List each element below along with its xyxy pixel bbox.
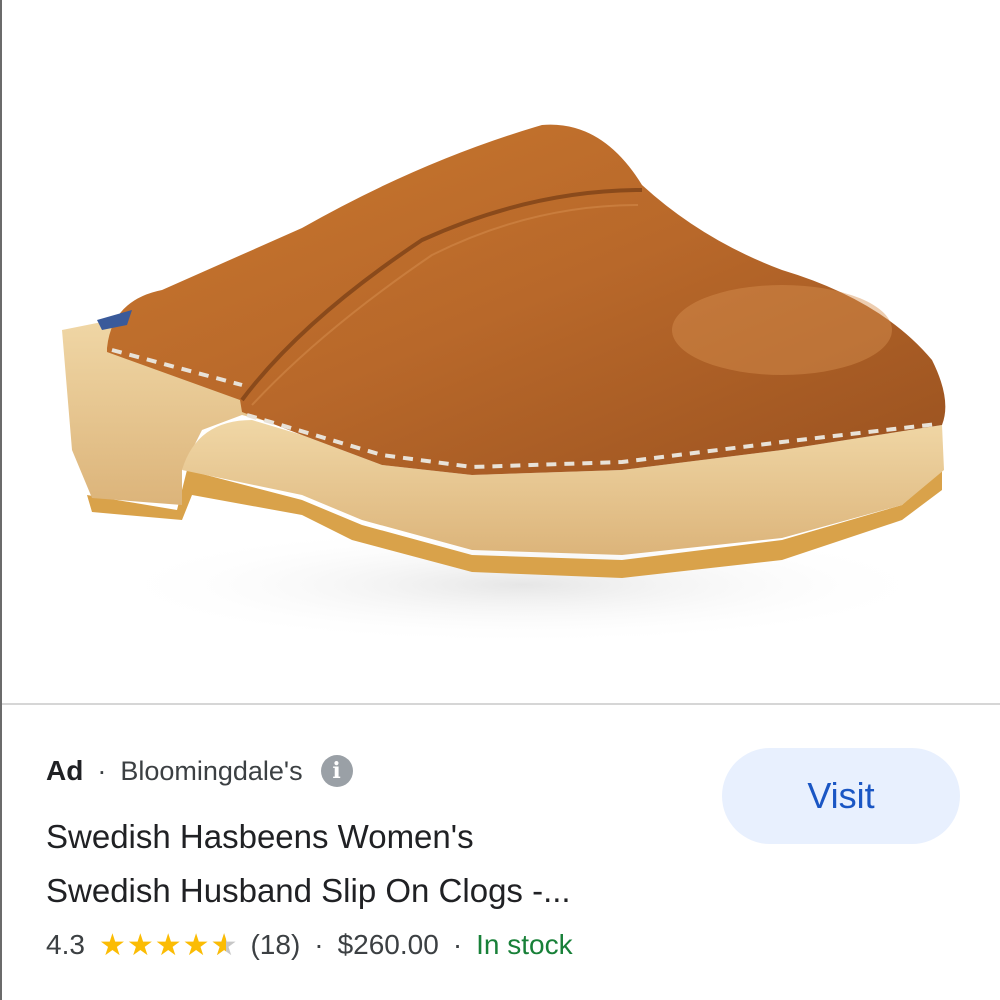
star-icon: ★: [182, 928, 211, 962]
visit-button[interactable]: Visit: [722, 748, 960, 844]
separator-dot: ·: [452, 929, 463, 960]
info-icon[interactable]: i: [320, 755, 353, 787]
ad-label: Ad: [46, 755, 84, 786]
shopping-ad-card[interactable]: Ad · Bloomingdale's i Swedish Hasbeens W…: [0, 0, 1000, 1000]
availability-status: In stock: [476, 929, 573, 960]
star-icon: ★: [98, 928, 127, 962]
clog-illustration: [62, 124, 946, 645]
review-count[interactable]: (18): [250, 929, 300, 961]
product-title[interactable]: Swedish Hasbeens Women's Swedish Husband…: [46, 810, 686, 918]
product-title-line-1: Swedish Hasbeens Women's: [46, 818, 474, 855]
star-rating: ★ ★ ★ ★ ★: [99, 928, 239, 963]
ad-meta-row: Ad · Bloomingdale's i: [46, 753, 353, 789]
star-half-icon: ★: [211, 928, 239, 963]
star-icon: ★: [126, 928, 155, 962]
advertiser-name[interactable]: Bloomingdale's: [120, 756, 302, 787]
product-title-line-2: Swedish Husband Slip On Clogs -...: [46, 872, 571, 909]
separator-dot: ·: [97, 755, 107, 786]
separator-dot: ·: [314, 929, 324, 960]
price: $260.00: [337, 929, 439, 960]
divider: [2, 703, 1000, 705]
star-icon: ★: [154, 928, 183, 962]
rating-value: 4.3: [46, 929, 85, 960]
rating-row: 4.3 ★ ★ ★ ★ ★ (18) · $260.00 · In stock: [46, 922, 573, 968]
product-image[interactable]: [2, 0, 1000, 703]
